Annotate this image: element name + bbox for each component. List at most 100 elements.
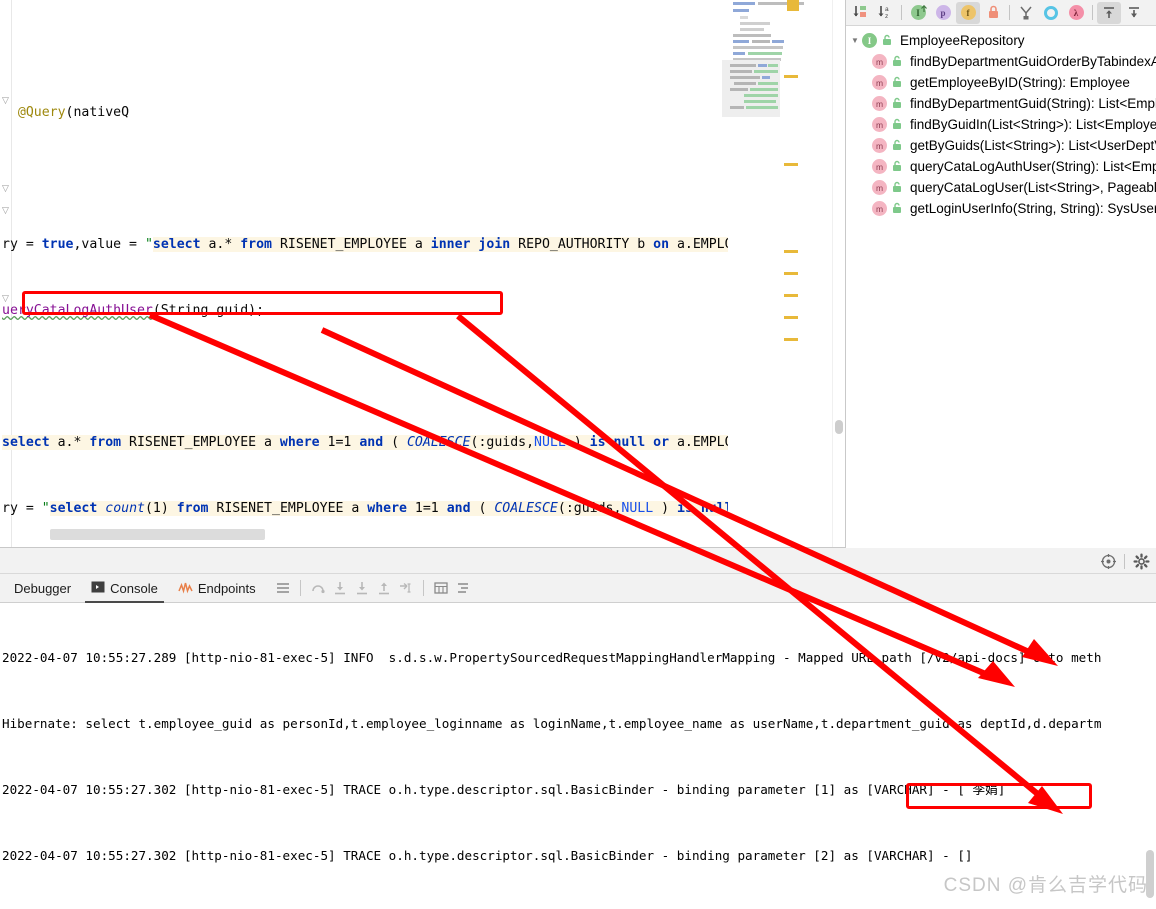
interface-icon: I — [862, 33, 877, 48]
method-icon: m — [872, 96, 887, 111]
console-scrollbar[interactable] — [1144, 604, 1155, 909]
public-modifier-icon — [891, 118, 904, 131]
tree-node-method[interactable]: m getByGuids(List<String>): List<UserDep… — [846, 135, 1156, 156]
console-line: Hibernate: select t.employee_guid as per… — [2, 716, 1102, 731]
show-lambdas-icon[interactable]: λ — [1064, 2, 1088, 24]
tab-debugger[interactable]: Debugger — [4, 574, 81, 603]
error-stripe[interactable] — [784, 316, 798, 319]
sort-alphabetically-icon[interactable]: a z — [873, 2, 897, 24]
run-to-cursor-icon[interactable] — [395, 577, 417, 599]
ide-window: ▽ ▽ ▽ ▽ @Query(nativeQ ry = true,value =… — [0, 0, 1156, 909]
tree-node-label: findByGuidIn(List<String>): List<Employe — [910, 117, 1156, 132]
public-modifier-icon — [891, 181, 904, 194]
public-modifier-icon — [891, 202, 904, 215]
menu-icon[interactable] — [272, 577, 294, 599]
tree-node-label: findByDepartmentGuidOrderByTabindexA — [910, 54, 1156, 69]
method-icon: m — [872, 138, 887, 153]
code-line: ry = "select count(1) from RISENET_EMPLO… — [0, 498, 790, 520]
soft-wrap-icon[interactable] — [452, 577, 474, 599]
toolbar-separator — [901, 5, 902, 20]
chevron-down-icon[interactable]: ▼ — [848, 36, 862, 45]
public-modifier-icon — [891, 97, 904, 110]
structure-tree[interactable]: ▼ I EmployeeRepository m findByDepartmen… — [846, 26, 1156, 219]
structure-toolbar[interactable]: a z I p f λ — [846, 0, 1156, 26]
endpoints-icon — [178, 580, 193, 597]
bottom-tabs[interactable]: Debugger Console Endpoints — [0, 574, 1156, 603]
bottom-tool-window[interactable]: Debugger Console Endpoints 2022-04-07 10… — [0, 548, 1156, 909]
show-properties-icon[interactable]: p — [931, 2, 955, 24]
editor-text[interactable]: @Query(nativeQ ry = true,value = "select… — [0, 0, 790, 548]
editor-vertical-scrollbar[interactable] — [832, 0, 844, 548]
tree-node-method[interactable]: m findByDepartmentGuid(String): List<Emp… — [846, 93, 1156, 114]
collapse-all-icon[interactable] — [1122, 2, 1146, 24]
public-modifier-icon — [891, 55, 904, 68]
error-stripe[interactable] — [784, 75, 798, 78]
toolbar-separator — [1009, 5, 1010, 20]
tab-label: Endpoints — [197, 580, 256, 596]
tree-node-method[interactable]: m findByDepartmentGuidOrderByTabindexA — [846, 51, 1156, 72]
toolbar-separator — [1124, 553, 1125, 569]
evaluate-expression-icon[interactable] — [430, 577, 452, 599]
show-anonymous-classes-icon[interactable] — [1039, 2, 1063, 24]
tree-node-label: queryCataLogAuthUser(String): List<Emp — [910, 159, 1156, 174]
tree-node-label: getByGuids(List<String>): List<UserDeptV — [910, 138, 1156, 153]
scrollbar-thumb[interactable] — [835, 420, 843, 434]
error-stripe[interactable] — [784, 163, 798, 166]
tree-node-label: findByDepartmentGuid(String): List<Empl — [910, 96, 1156, 111]
step-out-icon[interactable] — [373, 577, 395, 599]
tree-node-method[interactable]: m getEmployeeByID(String): Employee — [846, 72, 1156, 93]
watermark: CSDN @肯么吉学代码 — [943, 875, 1148, 896]
tree-node-method[interactable]: m findByGuidIn(List<String>): List<Emplo… — [846, 114, 1156, 135]
error-stripe[interactable] — [784, 250, 798, 253]
svg-text:a: a — [885, 6, 889, 13]
error-stripe[interactable] — [784, 272, 798, 275]
tree-node-label: getLoginUserInfo(String, String): SysUse… — [910, 201, 1156, 216]
method-icon: m — [872, 54, 887, 69]
show-non-public-icon[interactable] — [981, 2, 1005, 24]
method-icon: m — [872, 75, 887, 90]
error-stripe[interactable] — [784, 338, 798, 341]
tree-node-label: queryCataLogUser(List<String>, Pageabl — [910, 180, 1156, 195]
console-output[interactable]: 2022-04-07 10:55:27.289 [http-nio-81-exe… — [0, 603, 1156, 909]
method-icon: m — [872, 180, 887, 195]
tab-console[interactable]: Console — [81, 574, 168, 603]
force-step-into-icon[interactable] — [351, 577, 373, 599]
gear-icon[interactable] — [1130, 550, 1152, 572]
public-modifier-icon — [891, 160, 904, 173]
tab-label: Debugger — [14, 580, 72, 596]
bottom-panel-header — [0, 548, 1156, 574]
svg-text:z: z — [885, 13, 888, 20]
expand-all-icon[interactable] — [1097, 1, 1121, 24]
structure-tool-window[interactable]: a z I p f λ ▼ I EmployeeRepository m fin… — [845, 0, 1156, 548]
tree-node-label: getEmployeeByID(String): Employee — [910, 75, 1130, 90]
toolbar-separator — [299, 580, 301, 596]
annotation-box-editor — [22, 291, 503, 315]
editor-minimap[interactable] — [722, 0, 804, 548]
code-line: @Query(nativeQ — [17, 105, 130, 120]
tree-node-method[interactable]: m queryCataLogUser(List<String>, Pageabl — [846, 177, 1156, 198]
error-stripe[interactable] — [784, 294, 798, 297]
step-over-icon[interactable] — [307, 577, 329, 599]
public-modifier-icon — [891, 76, 904, 89]
tree-node-method[interactable]: m getLoginUserInfo(String, String): SysU… — [846, 198, 1156, 219]
group-by-implementation-icon[interactable] — [1014, 2, 1038, 24]
error-stripe[interactable] — [787, 0, 799, 11]
minimap-popup — [722, 60, 780, 117]
public-modifier-icon — [891, 139, 904, 152]
tree-node-root[interactable]: ▼ I EmployeeRepository — [846, 30, 1156, 51]
tab-endpoints[interactable]: Endpoints — [168, 574, 266, 603]
public-modifier-icon — [881, 34, 894, 47]
show-inherited-icon[interactable]: I — [906, 2, 930, 24]
tree-node-label: EmployeeRepository — [900, 33, 1025, 48]
toolbar-separator — [1092, 5, 1093, 20]
show-fields-icon[interactable]: f — [956, 1, 980, 24]
sort-by-visibility-icon[interactable] — [848, 2, 872, 24]
step-into-icon[interactable] — [329, 577, 351, 599]
tree-node-method[interactable]: m queryCataLogAuthUser(String): List<Emp — [846, 156, 1156, 177]
toolbar-separator — [422, 580, 424, 596]
code-editor[interactable]: ▽ ▽ ▽ ▽ @Query(nativeQ ry = true,value =… — [0, 0, 845, 548]
editor-horizontal-scrollbar[interactable] — [50, 529, 265, 540]
target-icon[interactable] — [1097, 550, 1119, 572]
